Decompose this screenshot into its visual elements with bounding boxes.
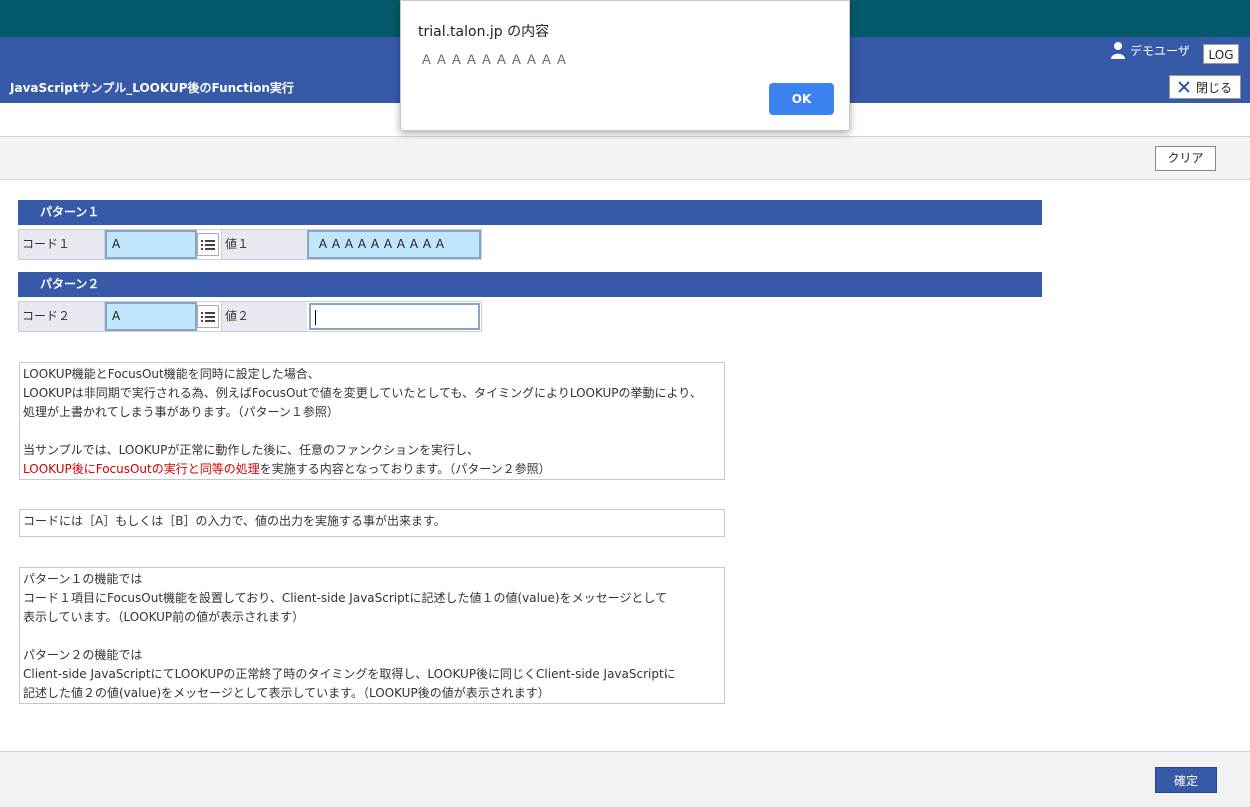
code1-input[interactable]: A — [105, 230, 197, 259]
note-spacer — [23, 422, 721, 441]
note-line: Client-side JavaScriptにてLOOKUPの正常終了時のタイミ… — [23, 667, 676, 681]
page-title: JavaScriptサンプル_LOOKUP後のFunction実行 — [10, 81, 294, 95]
note-text: を実施する内容となっております。（パターン２参照） — [259, 462, 551, 476]
note-red-text: LOOKUP後にFocusOutの実行と同等の処理 — [23, 462, 260, 476]
list-icon — [201, 239, 215, 250]
dialog-message: ＡＡＡＡＡＡＡＡＡＡ — [420, 53, 571, 68]
note-spacer — [23, 627, 721, 646]
text-caret — [315, 310, 316, 325]
note-line: コードには［A］もしくは［B］の入力で、値の出力を実施する事が出来ます。 — [23, 514, 446, 528]
clear-button[interactable]: クリア — [1155, 146, 1216, 171]
value2-field[interactable] — [309, 303, 480, 330]
code1-label: コード１ — [19, 230, 105, 259]
value2-label: 値２ — [221, 302, 307, 331]
confirm-button[interactable]: 確定 — [1155, 767, 1217, 793]
close-label: 閉じる — [1195, 80, 1232, 95]
alert-dialog: trial.talon.jp の内容 ＡＡＡＡＡＡＡＡＡＡ OK — [400, 0, 850, 131]
section-header-pattern2: パターン２ — [18, 272, 1042, 297]
footer-bar: 確定 — [0, 752, 1250, 807]
lookup1-button[interactable] — [197, 233, 219, 256]
description-note-2: コードには［A］もしくは［B］の入力で、値の出力を実施する事が出来ます。 — [19, 509, 725, 537]
note-line: 記述した値２の値(value)をメッセージとして表示しています。（LOOKUP後… — [23, 686, 550, 700]
dialog-title: trial.talon.jp の内容 — [418, 24, 550, 40]
lookup2-button[interactable] — [197, 305, 219, 328]
note-line-highlight: LOOKUP後にFocusOutの実行と同等の処理を実施する内容となっております… — [23, 460, 721, 479]
user-icon — [1111, 42, 1125, 59]
value1-field[interactable]: ＡＡＡＡＡＡＡＡＡＡ — [307, 230, 481, 259]
note-line: コード１項目にFocusOut機能を設置しており、Client-side Jav… — [23, 591, 667, 605]
note-line: パターン２の機能では — [23, 648, 143, 662]
list-icon — [201, 311, 215, 322]
note-line: 当サンプルでは、LOOKUPが正常に動作した後に、任意のファンクションを実行し、 — [23, 443, 479, 457]
user-name: デモユーザ — [1130, 43, 1190, 58]
log-button[interactable]: LOG — [1203, 44, 1239, 64]
close-icon — [1178, 81, 1190, 93]
description-note-1: LOOKUP機能とFocusOut機能を同時に設定した場合、 LOOKUPは非同… — [19, 362, 725, 480]
note-line: 処理が上書かれてしまう事があります。（パターン１参照） — [23, 405, 339, 419]
toolbar: クリア — [0, 137, 1250, 180]
form-row-pattern1: コード１ A 値１ ＡＡＡＡＡＡＡＡＡＡ — [18, 229, 482, 260]
user-info: デモユーザ — [1110, 41, 1190, 59]
code2-label: コード２ — [19, 302, 105, 331]
note-line: パターン１の機能では — [23, 572, 143, 586]
description-note-3: パターン１の機能では コード１項目にFocusOut機能を設置しており、Clie… — [19, 567, 725, 704]
value1-label: 値１ — [221, 230, 307, 259]
section-header-pattern1: パターン１ — [18, 200, 1042, 225]
close-button[interactable]: 閉じる — [1169, 75, 1241, 99]
form-row-pattern2: コード２ A 値２ — [18, 301, 482, 332]
dialog-ok-button[interactable]: OK — [769, 83, 834, 115]
note-line: 表示しています。（LOOKUP前の値が表示されます） — [23, 610, 305, 624]
note-line: LOOKUP機能とFocusOut機能を同時に設定した場合、 — [23, 367, 320, 381]
code2-input[interactable]: A — [105, 302, 197, 331]
note-line: LOOKUPは非同期で実行される為、例えばFocusOutで値を変更していたとし… — [23, 386, 702, 400]
